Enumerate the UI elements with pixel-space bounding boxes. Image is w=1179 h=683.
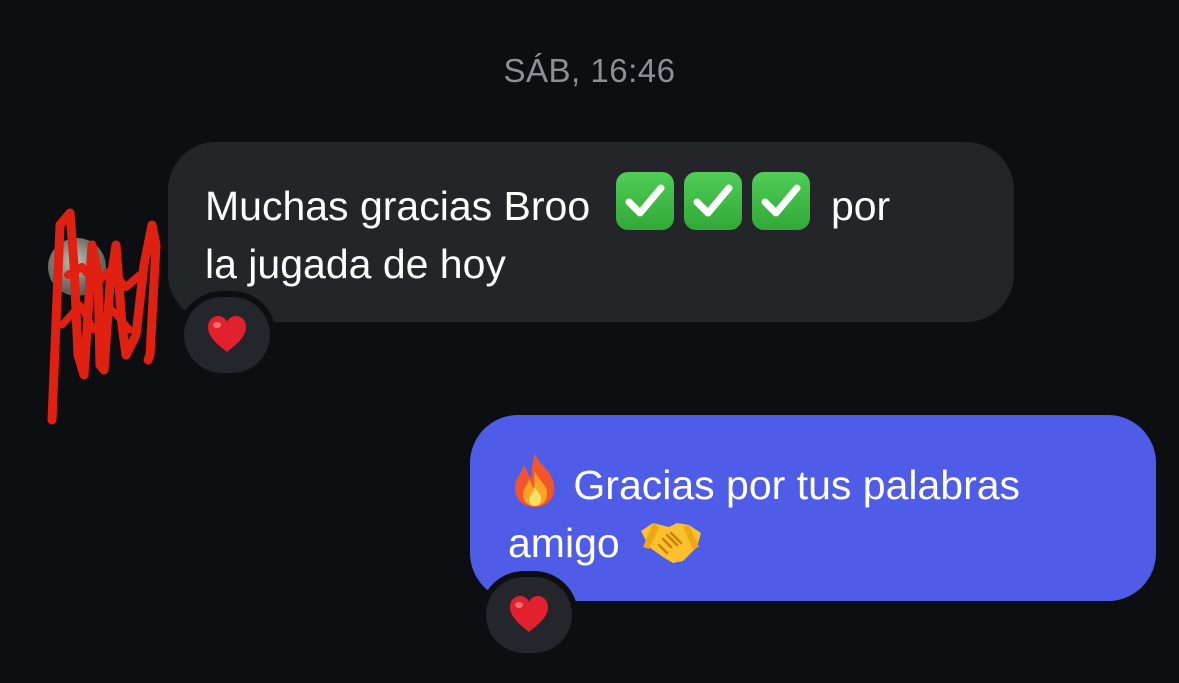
check-mark-emoji-icon <box>615 172 674 230</box>
outgoing-message-line-1: Gracias por tus palabras <box>508 451 1126 514</box>
check-mark-emoji-icon <box>683 172 742 230</box>
check-mark-emoji-icon <box>751 172 810 230</box>
red-heart-icon <box>510 596 548 632</box>
incoming-message-text-after: por <box>830 183 891 229</box>
red-heart-icon <box>208 316 246 352</box>
incoming-message-line-2: la jugada de hoy <box>205 241 506 287</box>
fire-emoji-icon <box>514 453 555 507</box>
incoming-message-text: Muchas gracias Broo <box>205 183 591 229</box>
incoming-message-line-1: Muchas gracias Broo por <box>205 172 978 235</box>
outgoing-message-bubble[interactable]: Gracias por tus palabras amigo <box>470 415 1156 601</box>
date-timestamp: SÁB, 16:46 <box>503 52 676 89</box>
incoming-heart-reaction[interactable] <box>184 297 270 373</box>
handshake-emoji-icon <box>641 523 702 563</box>
outgoing-message-text: Gracias por tus palabras <box>573 462 1021 508</box>
outgoing-message-text-2: amigo <box>508 520 620 566</box>
outgoing-message-line-2: amigo <box>508 514 1126 572</box>
outgoing-heart-reaction[interactable] <box>486 577 572 653</box>
incoming-message-bubble[interactable]: Muchas gracias Broo por la jugada de hoy <box>168 142 1014 322</box>
redaction-scribble <box>47 208 161 425</box>
